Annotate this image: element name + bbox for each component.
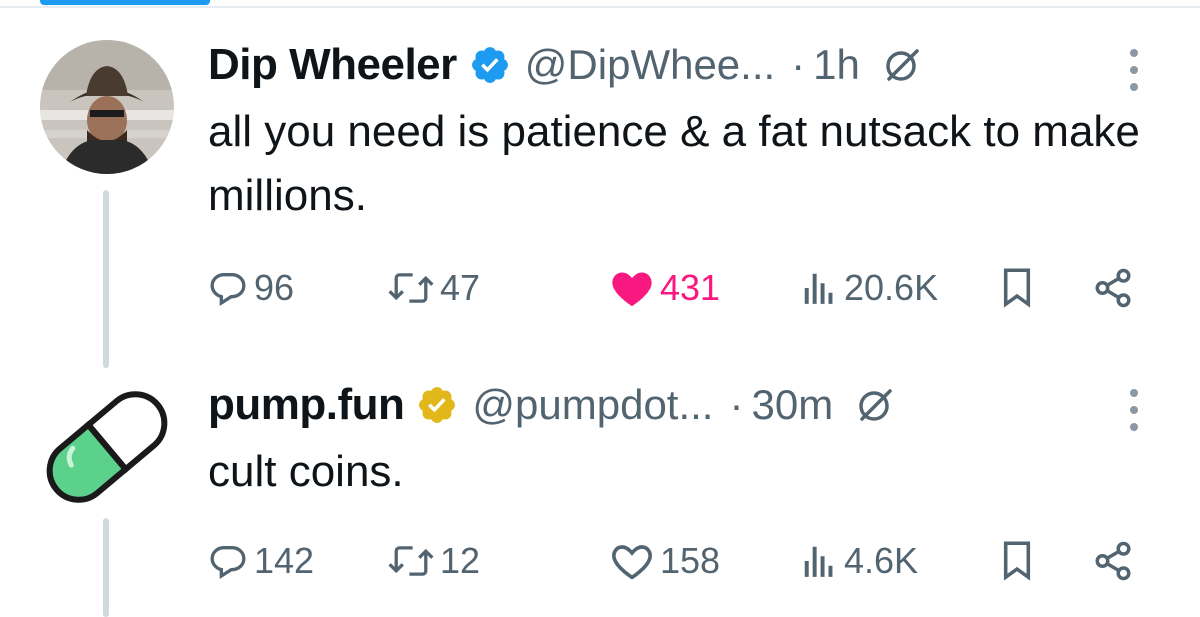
reply-icon: [210, 273, 246, 307]
avatar-image: [40, 40, 174, 174]
more-options-icon[interactable]: [1126, 385, 1142, 435]
reply-count: 142: [254, 540, 315, 581]
repost-button[interactable]: 47: [388, 263, 480, 313]
bookmark-icon: [1003, 268, 1031, 308]
repost-icon: [388, 546, 434, 576]
pill-logo-icon: [46, 391, 168, 503]
grok-icon[interactable]: [855, 385, 895, 425]
share-button[interactable]: [1092, 263, 1134, 313]
display-name[interactable]: pump.fun: [208, 380, 405, 430]
like-count: 158: [660, 540, 721, 581]
user-handle[interactable]: @DipWhee...: [525, 41, 775, 89]
display-name[interactable]: Dip Wheeler: [208, 40, 457, 90]
reply-button[interactable]: 142: [208, 536, 314, 586]
tweet-2[interactable]: pump.fun @pumpdot... · 30m cult coins. 1…: [0, 370, 1200, 617]
tweet-text: all you need is patience & a fat nutsack…: [208, 107, 1140, 220]
action-bar: 142 12 158 4.6K: [208, 536, 1148, 586]
repost-count: 12: [440, 540, 481, 581]
tweet-text: cult coins.: [208, 447, 404, 496]
separator-dot: ·: [791, 41, 806, 88]
action-bar: 96 47 431 20.6K: [208, 263, 1148, 313]
timestamp[interactable]: 1h: [813, 41, 860, 89]
verified-badge-icon: [469, 44, 511, 86]
more-options-icon[interactable]: [1126, 45, 1142, 95]
tweet-1[interactable]: Dip Wheeler @DipWhee... · 1h all you nee…: [0, 0, 1200, 370]
tweet-header: pump.fun @pumpdot... · 30m: [208, 375, 895, 435]
avatar[interactable]: [40, 380, 174, 514]
reply-count: 96: [254, 267, 295, 308]
bookmark-button[interactable]: [1000, 536, 1034, 586]
view-count: 4.6K: [844, 540, 919, 581]
reply-button[interactable]: 96: [208, 263, 294, 313]
share-button[interactable]: [1092, 536, 1134, 586]
reply-icon: [210, 546, 246, 580]
views-button[interactable]: 4.6K: [800, 536, 918, 586]
heart-outline-icon: [612, 545, 652, 580]
heart-filled-icon: [612, 272, 652, 307]
avatar[interactable]: [40, 40, 174, 174]
like-count: 431: [660, 267, 721, 308]
bookmark-button[interactable]: [1000, 263, 1034, 313]
grok-icon[interactable]: [882, 45, 922, 85]
repost-button[interactable]: 12: [388, 536, 480, 586]
thread-line: [103, 518, 109, 617]
share-icon: [1095, 541, 1131, 581]
views-icon: [804, 273, 833, 304]
tweet-header: Dip Wheeler @DipWhee... · 1h: [208, 35, 922, 95]
verified-badge-gold-icon: [416, 384, 458, 426]
views-icon: [804, 546, 833, 577]
views-button[interactable]: 20.6K: [800, 263, 938, 313]
user-handle[interactable]: @pumpdot...: [472, 381, 713, 429]
thread-line: [103, 190, 109, 368]
bookmark-icon: [1003, 541, 1031, 581]
repost-icon: [388, 273, 434, 303]
like-button[interactable]: 158: [610, 536, 720, 586]
view-count: 20.6K: [844, 267, 939, 308]
separator-dot: ·: [729, 381, 744, 428]
repost-count: 47: [440, 267, 481, 308]
like-button[interactable]: 431: [610, 263, 720, 313]
share-icon: [1095, 268, 1131, 308]
timestamp[interactable]: 30m: [751, 381, 833, 429]
